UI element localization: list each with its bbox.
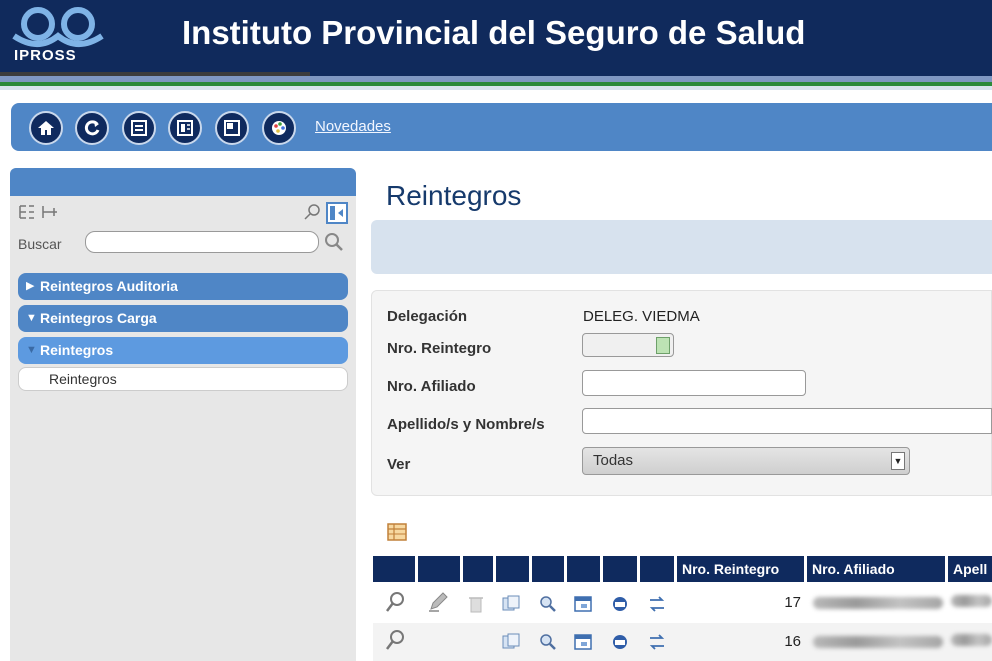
- sidebar-tools: [302, 202, 348, 224]
- pin-icon[interactable]: [302, 202, 322, 222]
- print-icon[interactable]: [609, 631, 631, 653]
- page-title: Reintegros: [386, 180, 522, 211]
- nro-afiliado-label: Nro. Afiliado: [387, 378, 476, 395]
- sidebar-item-label: Reintegros: [40, 342, 114, 358]
- toolbar: Novedades: [11, 103, 992, 151]
- nro-afiliado-input[interactable]: [582, 370, 806, 396]
- table-header-action: [463, 556, 493, 582]
- apellido-nombre-input[interactable]: [582, 408, 992, 434]
- home-icon: [38, 121, 54, 135]
- expanded-arrow-icon: ▼: [26, 312, 37, 324]
- table-header-action: [532, 556, 564, 582]
- table-header-action: [496, 556, 529, 582]
- table-row: 16: [373, 623, 992, 661]
- nro-reintegro-cell: 17: [784, 594, 801, 611]
- ver-selected-value: Todas: [593, 452, 634, 469]
- collapsed-arrow-icon: ▶: [26, 280, 35, 292]
- list-button[interactable]: [122, 111, 156, 145]
- header-stripe-light: [0, 86, 992, 90]
- transfer-icon[interactable]: [646, 631, 668, 653]
- export-excel-icon[interactable]: [386, 521, 408, 543]
- window-view-icon[interactable]: [572, 631, 594, 653]
- table-row: 17: [373, 585, 992, 623]
- sidebar-header: [10, 168, 356, 196]
- redacted-afiliado: [813, 636, 943, 648]
- copy-icon[interactable]: [500, 631, 522, 653]
- transfer-icon[interactable]: [646, 593, 668, 615]
- edit-icon[interactable]: [427, 591, 449, 613]
- novedades-link[interactable]: Novedades: [315, 118, 391, 135]
- sidebar-subitem-reintegros[interactable]: Reintegros: [18, 367, 348, 391]
- sidebar-tree-icons: [18, 204, 59, 225]
- ver-select[interactable]: Todas ▼: [582, 447, 910, 475]
- redacted-apellido: [951, 634, 992, 646]
- view-icon[interactable]: [385, 591, 407, 613]
- table-header-action: [640, 556, 674, 582]
- palette-button[interactable]: [262, 111, 296, 145]
- window-icon: [224, 120, 240, 136]
- print-icon[interactable]: [609, 593, 631, 615]
- redacted-afiliado: [813, 597, 943, 609]
- table-header-action: [603, 556, 637, 582]
- redacted-apellido: [951, 595, 992, 607]
- table-header-action: [567, 556, 600, 582]
- sidebar-item-reintegros-auditoria[interactable]: ▶ Reintegros Auditoria: [18, 273, 348, 300]
- sidebar-item-label: Reintegros Auditoria: [40, 278, 178, 294]
- ver-label: Ver: [387, 456, 411, 473]
- header-title: Instituto Provincial del Seguro de Salud: [182, 14, 806, 51]
- tree-collapse-icon[interactable]: [41, 204, 59, 220]
- delegacion-label: Delegación: [387, 308, 468, 325]
- search-input[interactable]: [85, 231, 319, 253]
- table-header-action: [373, 556, 415, 582]
- spinner-icon[interactable]: [656, 337, 670, 354]
- view-icon[interactable]: [385, 629, 407, 651]
- column-header-apellido[interactable]: Apell: [948, 556, 992, 582]
- document-button[interactable]: [168, 111, 202, 145]
- zoom-icon[interactable]: [537, 593, 559, 615]
- sidebar-item-reintegros-carga[interactable]: ▼ Reintegros Carga: [18, 305, 348, 332]
- nro-reintegro-cell: 16: [784, 633, 801, 650]
- copy-icon[interactable]: [500, 593, 522, 615]
- sidebar: Buscar ▶ Reintegros Auditoria ▼ Reintegr…: [10, 168, 356, 661]
- column-header-nro-reintegro[interactable]: Nro. Reintegro: [677, 556, 804, 582]
- tree-expand-icon[interactable]: [18, 204, 36, 220]
- app-header: IPROSS Instituto Provincial del Seguro d…: [0, 0, 992, 78]
- search-label: Buscar: [18, 236, 62, 252]
- refresh-icon: [84, 120, 100, 136]
- table-header-action: [418, 556, 460, 582]
- home-button[interactable]: [29, 111, 63, 145]
- list-icon: [131, 120, 147, 136]
- window-view-icon[interactable]: [572, 593, 594, 615]
- delegacion-value: DELEG. VIEDMA: [583, 308, 700, 325]
- info-banner: [371, 220, 992, 274]
- nro-reintegro-label: Nro. Reintegro: [387, 340, 492, 357]
- logo-text: IPROSS: [14, 47, 77, 64]
- collapse-panel-icon[interactable]: [326, 202, 348, 224]
- chevron-down-icon: ▼: [891, 452, 905, 470]
- search-icon[interactable]: [323, 231, 345, 253]
- palette-icon: [272, 121, 286, 135]
- sidebar-item-reintegros[interactable]: ▼ Reintegros: [18, 337, 348, 364]
- refresh-button[interactable]: [75, 111, 109, 145]
- sidebar-item-label: Reintegros Carga: [40, 310, 157, 326]
- expanded-arrow-icon: ▼: [26, 344, 37, 356]
- zoom-icon[interactable]: [537, 631, 559, 653]
- window-button[interactable]: [215, 111, 249, 145]
- header-stripe-dark: [0, 72, 310, 76]
- delete-icon[interactable]: [465, 593, 487, 615]
- column-header-nro-afiliado[interactable]: Nro. Afiliado: [807, 556, 945, 582]
- document-icon: [177, 120, 193, 136]
- apellido-nombre-label: Apellido/s y Nombre/s: [387, 416, 545, 433]
